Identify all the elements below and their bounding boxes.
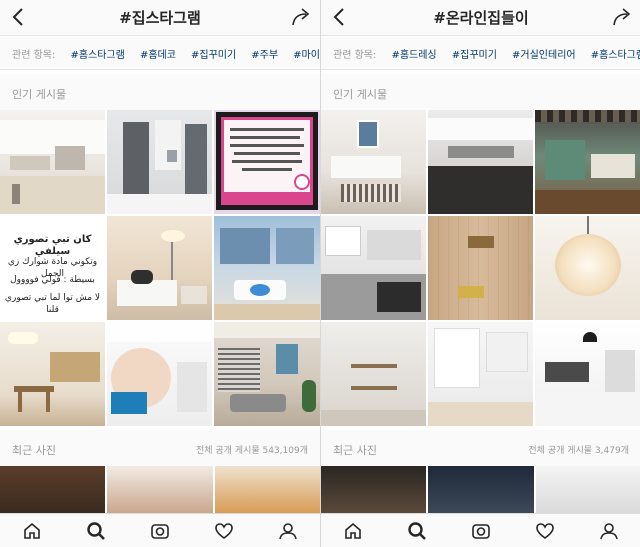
- related-label: 관련 항목:: [12, 50, 56, 61]
- post-thumbnail[interactable]: [321, 322, 426, 426]
- share-arrow-icon[interactable]: [611, 6, 633, 28]
- related-tag[interactable]: #집꾸미기: [191, 46, 236, 61]
- post-thumbnail[interactable]: [428, 216, 533, 320]
- section-title: 인기 게시물: [12, 88, 67, 101]
- post-thumbnail[interactable]: [0, 322, 105, 426]
- related-label: 관련 항목:: [333, 50, 377, 61]
- post-thumbnail[interactable]: [428, 322, 533, 426]
- home-icon[interactable]: [340, 518, 366, 544]
- section-title: 최근 사진: [12, 444, 56, 457]
- post-thumbnail[interactable]: [107, 216, 212, 320]
- post-text-line: كان تبي تصوري سيلفي: [13, 234, 92, 257]
- top-posts-grid: كان تبي تصوري سيلفي وتكوني مادة شوارك زي…: [0, 110, 320, 426]
- top-bar: #온라인집들이: [321, 0, 640, 36]
- post-thumbnail[interactable]: [535, 110, 640, 214]
- post-thumbnail[interactable]: [321, 466, 427, 514]
- heart-icon[interactable]: [211, 518, 237, 544]
- left-screen: #집스타그램 관련 항목: #홈스타그램 #홈데코 #집꾸미기 #주부 #마이홈…: [0, 0, 320, 547]
- related-tag[interactable]: #마이홈: [293, 46, 320, 61]
- post-text-line: لا مش توا لما تبي تصوري قلنا: [4, 293, 101, 315]
- profile-icon[interactable]: [275, 518, 301, 544]
- search-icon[interactable]: [83, 518, 109, 544]
- post-thumbnail[interactable]: [428, 466, 534, 514]
- page-title: #집스타그램: [119, 9, 201, 27]
- related-tag[interactable]: #집꾸미기: [452, 46, 497, 61]
- related-tag[interactable]: #홈데코: [140, 46, 176, 61]
- section-title: 인기 게시물: [333, 88, 388, 101]
- top-posts-header: 인기 게시물: [0, 74, 320, 110]
- share-arrow-icon[interactable]: [290, 6, 312, 28]
- related-tag[interactable]: #홈스타그램: [70, 46, 124, 61]
- camera-icon[interactable]: [147, 518, 173, 544]
- top-bar: #집스타그램: [0, 0, 320, 36]
- post-thumbnail[interactable]: [535, 466, 640, 514]
- screens: #집스타그램 관련 항목: #홈스타그램 #홈데코 #집꾸미기 #주부 #마이홈…: [0, 0, 640, 547]
- recent-photos-strip: [0, 466, 320, 514]
- camera-icon[interactable]: [468, 518, 494, 544]
- post-thumbnail[interactable]: [535, 322, 640, 426]
- search-icon[interactable]: [404, 518, 430, 544]
- profile-icon[interactable]: [596, 518, 622, 544]
- page-title: #온라인집들이: [433, 9, 529, 27]
- bottom-tab-bar: [321, 513, 640, 547]
- related-tag[interactable]: #홈스타그램: [591, 46, 640, 61]
- top-posts-header: 인기 게시물: [321, 74, 640, 110]
- post-thumbnail[interactable]: [214, 322, 320, 426]
- recent-header: 최근 사진 전체 공개 게시물 3,479개: [321, 430, 640, 466]
- section-title: 최근 사진: [333, 444, 377, 457]
- post-count: 전체 공개 게시물 543,109개: [195, 446, 308, 456]
- related-tag[interactable]: #거실인테리어: [512, 46, 576, 61]
- post-thumbnail[interactable]: [321, 216, 426, 320]
- post-thumbnail-text-post[interactable]: كان تبي تصوري سيلفي وتكوني مادة شوارك زي…: [0, 216, 105, 320]
- post-thumbnail[interactable]: [321, 110, 426, 214]
- post-thumbnail[interactable]: [214, 466, 320, 514]
- related-tag[interactable]: #홈드레싱: [391, 46, 436, 61]
- chevron-left-icon[interactable]: [8, 6, 30, 28]
- recent-header: 최근 사진 전체 공개 게시물 543,109개: [0, 430, 320, 466]
- post-text-line: بسيطة : قولي فوووول: [10, 275, 95, 285]
- recent-photos-strip: [321, 466, 640, 514]
- post-thumbnail[interactable]: [214, 216, 320, 320]
- bottom-tab-bar: [0, 513, 320, 547]
- post-thumbnail[interactable]: [428, 110, 533, 214]
- related-tags-bar: 관련 항목: #홈드레싱 #집꾸미기 #거실인테리어 #홈스타그램: [321, 37, 640, 70]
- right-screen: #온라인집들이 관련 항목: #홈드레싱 #집꾸미기 #거실인테리어 #홈스타그…: [320, 0, 640, 547]
- heart-icon[interactable]: [532, 518, 558, 544]
- post-thumbnail[interactable]: [535, 216, 640, 320]
- chevron-left-icon[interactable]: [329, 6, 351, 28]
- post-thumbnail[interactable]: [107, 466, 213, 514]
- post-thumbnail[interactable]: [0, 110, 105, 214]
- home-icon[interactable]: [19, 518, 45, 544]
- post-thumbnail[interactable]: [107, 322, 212, 426]
- post-thumbnail[interactable]: [107, 110, 212, 214]
- post-thumbnail[interactable]: [214, 110, 320, 214]
- related-tags-bar: 관련 항목: #홈스타그램 #홈데코 #집꾸미기 #주부 #마이홈: [0, 37, 320, 70]
- post-thumbnail[interactable]: [0, 466, 106, 514]
- post-count: 전체 공개 게시물 3,479개: [528, 446, 629, 456]
- related-tag[interactable]: #주부: [251, 46, 278, 61]
- top-posts-grid: [321, 110, 640, 426]
